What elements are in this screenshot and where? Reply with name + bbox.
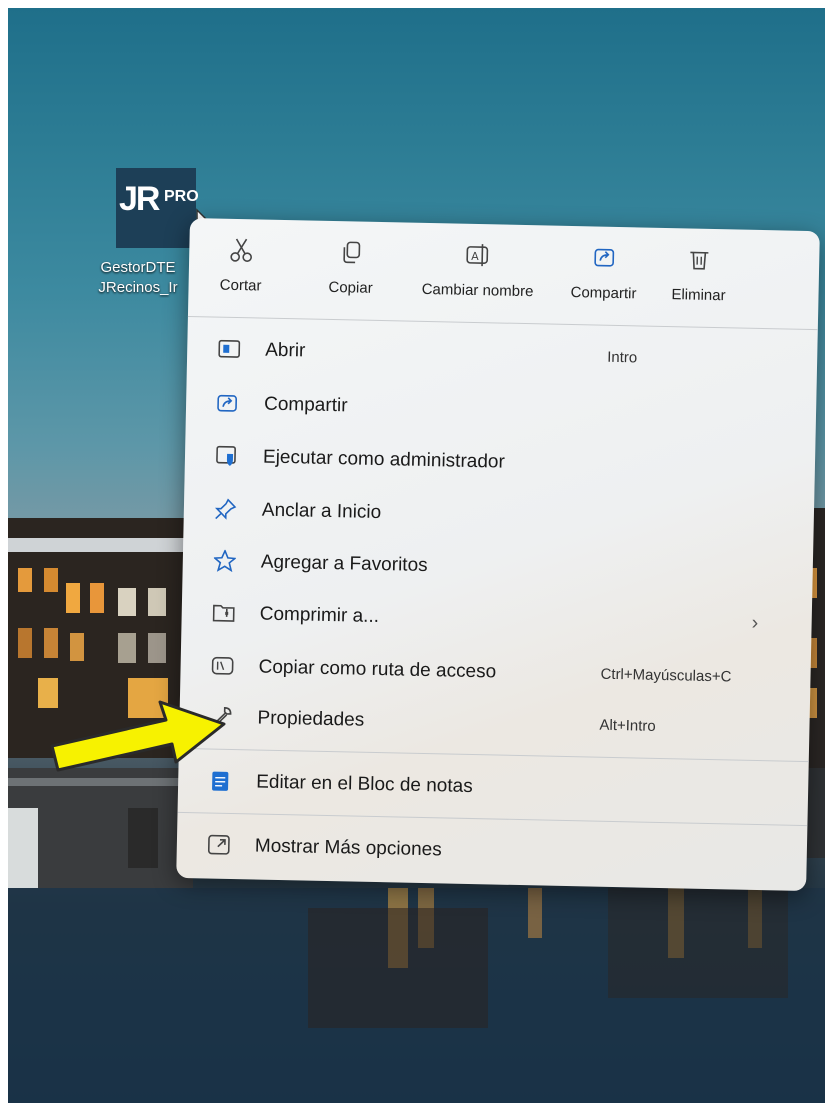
desktop-icon-label[interactable]: GestorDTE JRecinos_Ir	[78, 258, 198, 298]
trash-icon	[664, 244, 735, 275]
yellow-pointer-arrow-icon	[50, 700, 226, 772]
delete-label: Eliminar	[671, 286, 726, 305]
copy-label: Copiar	[328, 278, 373, 297]
menu-item-ejecutar-admin[interactable]: Ejecutar como administrador	[185, 433, 816, 492]
share-icon	[559, 242, 650, 274]
rename-label: Cambiar nombre	[421, 280, 534, 301]
menu-item-shortcut: Intro	[606, 348, 638, 367]
menu-item-shortcut: Alt+Intro	[599, 716, 656, 735]
desktop-icon-label-line2: JRecinos_Ir	[98, 279, 178, 296]
menu-item-label: Agregar a Favoritos	[260, 551, 428, 577]
submenu-chevron-icon: ›	[751, 611, 759, 634]
share-label: Compartir	[570, 283, 637, 303]
context-menu-toolbar: Cortar Copiar A Cambiar nombre Compartir	[188, 218, 820, 329]
pin-icon	[214, 497, 238, 521]
icon-logo-subtext: PRO	[164, 188, 199, 205]
share-icon	[216, 391, 240, 415]
menu-item-comprimir[interactable]: Comprimir a... ›	[181, 590, 812, 649]
share-toolbar-button[interactable]: Compartir	[558, 242, 649, 303]
star-icon	[213, 549, 237, 573]
zip-folder-icon	[211, 601, 235, 625]
icon-logo-text: JR	[119, 180, 160, 218]
menu-item-label: Comprimir a...	[259, 603, 380, 628]
menu-item-label: Abrir	[265, 339, 306, 362]
cut-button[interactable]: Cortar	[210, 234, 272, 295]
menu-item-copiar-ruta[interactable]: Copiar como ruta de acceso Ctrl+Mayúscul…	[180, 643, 811, 702]
copy-icon	[321, 237, 382, 268]
desktop-wallpaper: JR PRO GestorDTE JRecinos_Ir Cortar Copi…	[8, 8, 825, 1103]
menu-item-label: Copiar como ruta de acceso	[258, 656, 497, 683]
menu-item-label: Propiedades	[257, 707, 365, 731]
menu-item-mostrar-mas-opciones[interactable]: Mostrar Más opciones	[176, 822, 807, 881]
rename-icon: A	[403, 238, 554, 271]
menu-item-abrir[interactable]: Abrir Intro	[187, 326, 818, 385]
scissors-icon	[211, 234, 272, 265]
menu-item-agregar-favoritos[interactable]: Agregar a Favoritos	[182, 538, 813, 597]
svg-text:A: A	[471, 250, 479, 263]
cut-label: Cortar	[219, 276, 262, 295]
jr-pro-app-icon[interactable]: JR PRO	[116, 168, 199, 248]
menu-item-propiedades[interactable]: Propiedades Alt+Intro	[179, 694, 810, 753]
open-window-icon	[217, 337, 241, 361]
more-options-icon	[207, 832, 231, 856]
copy-button[interactable]: Copiar	[320, 237, 381, 297]
menu-item-label: Compartir	[263, 393, 348, 417]
menu-item-compartir[interactable]: Compartir	[186, 380, 817, 439]
rename-button[interactable]: A Cambiar nombre	[402, 238, 553, 300]
menu-item-label: Anclar a Inicio	[261, 499, 382, 524]
path-icon	[210, 654, 234, 678]
menu-item-label: Editar en el Bloc de notas	[255, 771, 473, 798]
menu-item-editar-bloc-notas[interactable]: Editar en el Bloc de notas	[178, 758, 809, 817]
menu-item-shortcut: Ctrl+Mayúsculas+C	[600, 665, 732, 686]
desktop-icon-label-line1: GestorDTE	[100, 259, 176, 276]
menu-item-label: Ejecutar como administrador	[262, 446, 506, 473]
menu-item-label: Mostrar Más opciones	[254, 835, 442, 861]
menu-item-anclar-inicio[interactable]: Anclar a Inicio	[183, 486, 814, 545]
delete-button[interactable]: Eliminar	[663, 244, 734, 304]
context-menu: Cortar Copiar A Cambiar nombre Compartir	[176, 218, 820, 892]
admin-shield-icon	[215, 444, 239, 468]
